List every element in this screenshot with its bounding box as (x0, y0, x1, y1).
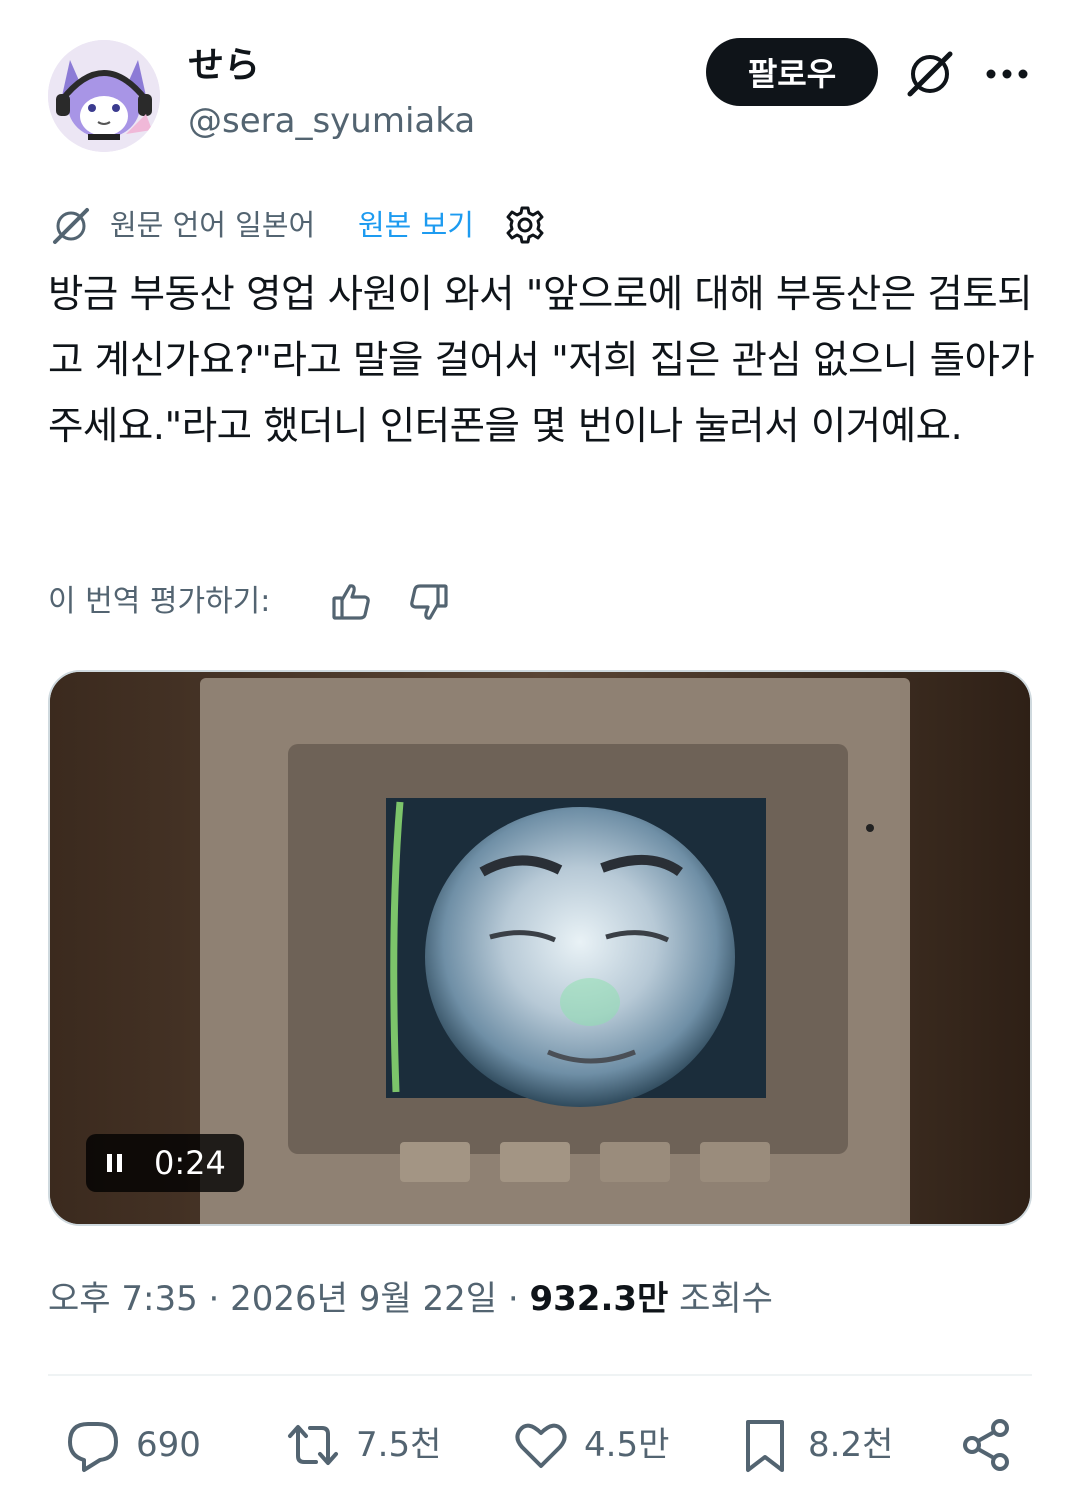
handle[interactable]: @sera_syumiaka (188, 98, 475, 144)
grok-translate-icon (50, 205, 92, 247)
views-label: 조회수 (679, 1279, 773, 1319)
views-count: 932.3만 (529, 1279, 669, 1319)
bookmark-count: 8.2천 (808, 1425, 894, 1465)
repost-count: 7.5천 (356, 1425, 442, 1465)
video-time: 0:24 (154, 1144, 226, 1182)
grok-icon[interactable] (904, 48, 956, 100)
avatar[interactable] (48, 40, 160, 152)
tweet-date[interactable]: 2026년 9월 22일 (230, 1279, 497, 1319)
bookmark-icon (746, 1420, 784, 1472)
video-player[interactable]: 0:24 (48, 670, 1032, 1226)
reply-icon (68, 1422, 118, 1472)
meta-separator: · (208, 1279, 220, 1319)
translation-label: 원문 언어 일본어 (110, 208, 316, 242)
share-button[interactable] (958, 1408, 1016, 1482)
follow-button[interactable]: 팔로우 (706, 38, 878, 106)
tweet-text: 방금 부동산 영업 사원이 와서 "앞으로에 대해 부동산은 검토되고 계신가요… (48, 272, 1035, 449)
gear-icon[interactable] (504, 204, 546, 246)
rate-translation-label: 이 번역 평가하기: (48, 584, 271, 619)
divider (48, 1374, 1032, 1376)
rate-translation: 이 번역 평가하기: (48, 578, 648, 628)
thumbs-up-icon[interactable] (330, 580, 374, 624)
tweet-header: せら @sera_syumiaka 팔로우 (48, 38, 1032, 158)
reply-count: 690 (136, 1425, 201, 1465)
translation-info: 원문 언어 일본어 원본 보기 (48, 200, 1032, 250)
meta-separator: · (507, 1279, 519, 1319)
thumbs-down-icon[interactable] (406, 580, 450, 624)
pause-icon[interactable] (104, 1152, 126, 1174)
more-icon[interactable] (982, 48, 1032, 100)
share-icon (963, 1419, 1009, 1471)
tweet-time[interactable]: 오후 7:35 (48, 1279, 198, 1319)
show-original-link[interactable]: 원본 보기 (358, 205, 474, 245)
heart-icon (515, 1423, 567, 1468)
like-count: 4.5만 (584, 1425, 670, 1465)
action-bar: 690 7.5천 4.5만 8.2천 (48, 1408, 1032, 1482)
video-time-chip[interactable]: 0:24 (86, 1134, 244, 1192)
display-name[interactable]: せら (188, 42, 260, 90)
tweet-meta: 오후 7:35 · 2026년 9월 22일 · 932.3만 조회수 (48, 1276, 1032, 1324)
repost-icon (288, 1425, 338, 1465)
